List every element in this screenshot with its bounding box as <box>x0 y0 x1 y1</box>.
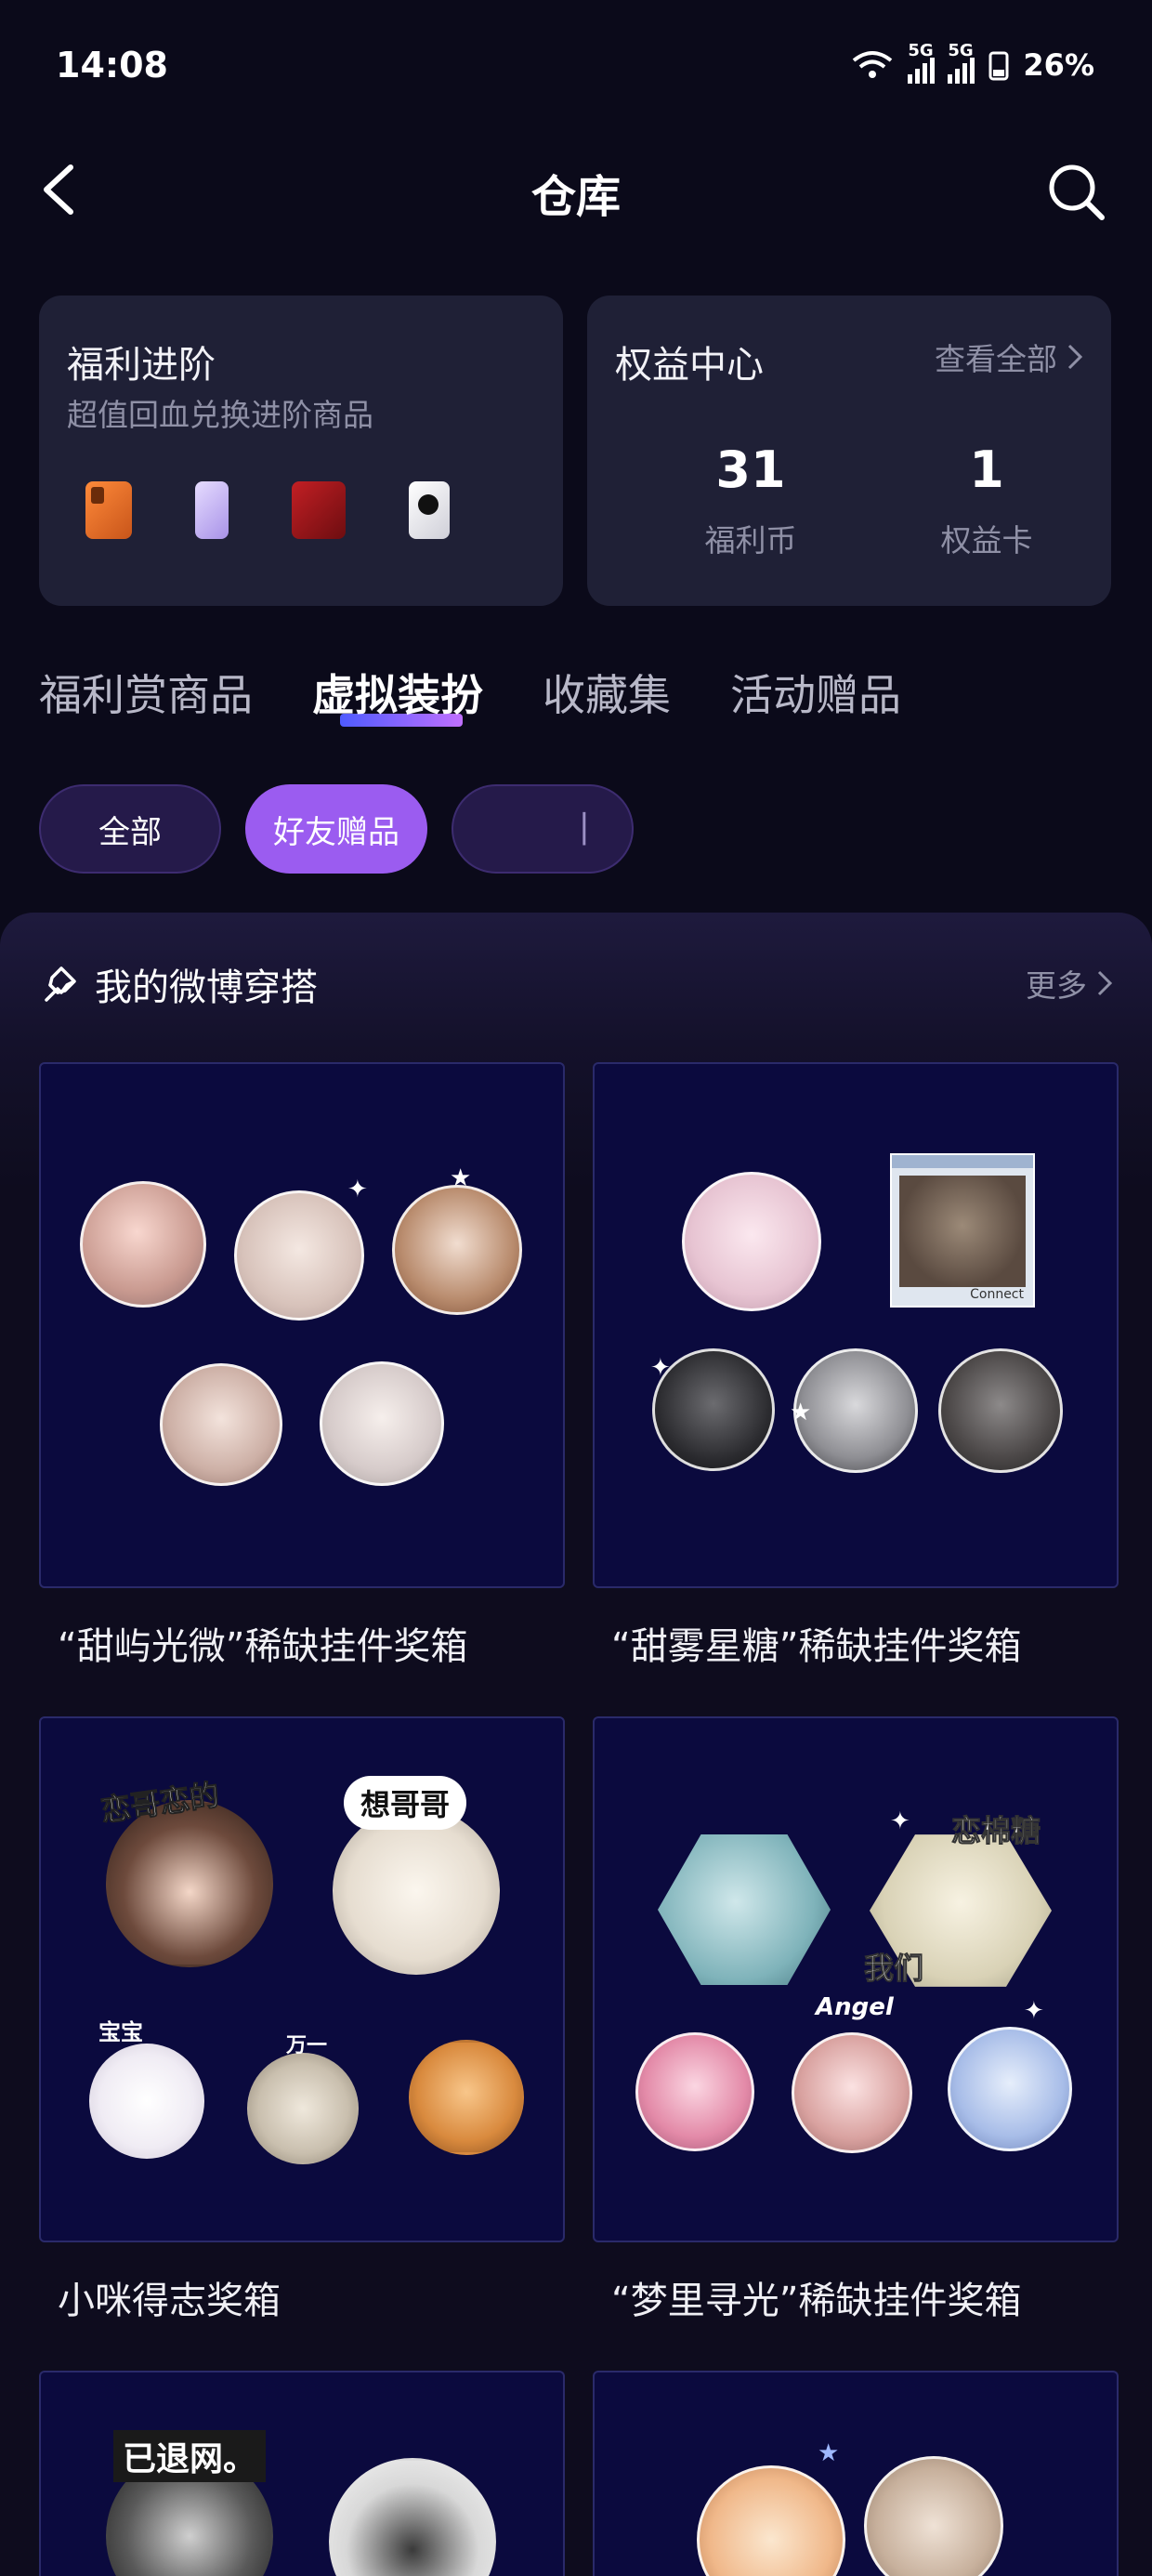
tab-welfare-goods[interactable]: 福利赏商品 <box>39 662 253 723</box>
phone-image <box>409 481 450 539</box>
item-thumbnail: 恋棉糖 我们 Angel ✦ ✦ <box>593 1716 1119 2242</box>
item-card[interactable]: 恋哥恋的 想哥哥 宝宝 万一 小咪得志奖箱 <box>39 1716 565 2324</box>
item-name: 小咪得志奖箱 <box>58 2280 281 2322</box>
avatar-image <box>792 2032 912 2153</box>
avatar-image <box>652 1348 775 1471</box>
speech-bubble: 想哥哥 <box>344 1776 467 1830</box>
avatar-image <box>80 1181 206 1308</box>
chip-friend-gifts[interactable]: 好友赠品 <box>245 784 427 874</box>
item-card[interactable]: 恋棉糖 我们 Angel ✦ ✦ “梦里寻光”稀缺挂件奖箱 <box>593 1716 1119 2324</box>
tab-virtual-dressup[interactable]: 虚拟装扮 <box>312 662 483 727</box>
item-card[interactable]: ✦ ★ “甜屿光微”稀缺挂件奖箱 <box>39 1062 565 1670</box>
view-all-link[interactable]: 查看全部 <box>935 335 1083 379</box>
chip-all[interactable]: 全部 <box>39 784 221 874</box>
item-thumbnail: Connect ✦ ★ <box>593 1062 1119 1588</box>
star-icon: ★ <box>818 2439 840 2467</box>
avatar-image <box>392 1185 522 1315</box>
sticker-text: 已退网。 <box>113 2430 267 2482</box>
chip-third[interactable]: ▕ <box>452 784 634 874</box>
stat-label: 权益卡 <box>940 522 1033 559</box>
search-icon <box>1049 164 1105 220</box>
section-title: 我的微博穿搭 <box>95 966 318 1009</box>
sparkle-icon: ✦ <box>890 1807 910 1835</box>
welfare-title: 福利进阶 <box>67 344 216 387</box>
sparkle-icon: ✦ <box>1024 1997 1044 2025</box>
avatar-image <box>938 1348 1063 1473</box>
chevron-left-icon <box>44 164 73 215</box>
phone-image <box>195 481 229 539</box>
signal-2-icon: 5G <box>948 41 975 84</box>
avatar-image <box>247 2053 359 2164</box>
status-icons: 5G 5G 26% <box>850 41 1094 84</box>
sticker-text: 恋棉糖 <box>950 1813 1041 1849</box>
status-time: 14:08 <box>56 45 168 85</box>
rights-center-card: 权益中心 查看全部 31 福利币 1 权益卡 <box>587 296 1111 606</box>
stat-welfare-coin[interactable]: 31 福利币 <box>658 440 844 560</box>
item-name: “梦里寻光”稀缺挂件奖箱 <box>611 2280 1022 2322</box>
pixel-window-image: Connect <box>890 1153 1035 1308</box>
phone-image <box>85 481 132 539</box>
sticker-text: 我们 <box>863 1951 924 1987</box>
avatar-image <box>948 2027 1072 2151</box>
filter-chips: 全部 好友赠品 ▕ <box>39 784 634 874</box>
item-name: “甜雾星糖”稀缺挂件奖箱 <box>611 1625 1022 1668</box>
view-all-label: 查看全部 <box>935 341 1057 377</box>
section-header: 我的微博穿搭 <box>39 957 318 1011</box>
more-label: 更多 <box>1026 967 1087 1004</box>
sparkle-icon: ✦ <box>347 1176 368 1203</box>
signal-1-icon: 5G <box>908 41 936 84</box>
item-card[interactable]: ★ <box>593 2371 1119 2576</box>
avatar-image <box>793 1348 918 1473</box>
hexagon-image <box>658 1834 831 1985</box>
battery-percent: 26% <box>1023 47 1094 83</box>
page-title: 仓库 <box>530 171 621 223</box>
sticker-text: 宝宝 <box>98 2019 143 2045</box>
sticker-text: 万一 <box>286 2034 328 2057</box>
back-button[interactable] <box>33 160 89 219</box>
more-link[interactable]: 更多 <box>1026 961 1113 1005</box>
product-images <box>85 481 450 539</box>
stat-label: 福利币 <box>704 522 797 559</box>
avatar-image <box>635 2032 754 2151</box>
avatar-image <box>160 1363 282 1486</box>
rights-title: 权益中心 <box>615 344 764 387</box>
item-thumbnail: 恋哥恋的 想哥哥 宝宝 万一 <box>39 1716 565 2242</box>
avatar-image <box>682 1172 821 1311</box>
item-thumbnail: 已退网。 <box>39 2371 565 2576</box>
welfare-subtitle: 超值回血兑换进阶商品 <box>67 397 373 433</box>
item-card[interactable]: Connect ✦ ★ “甜雾星糖”稀缺挂件奖箱 <box>593 1062 1119 1670</box>
sparkle-icon: ★ <box>450 1164 472 1192</box>
avatar-image <box>234 1190 364 1321</box>
avatar-image <box>320 1361 444 1486</box>
avatar-image <box>409 2040 524 2155</box>
welfare-card[interactable]: 福利进阶 超值回血兑换进阶商品 <box>39 296 563 606</box>
chevron-right-icon <box>1097 970 1113 996</box>
sparkle-icon: ✦ <box>650 1354 671 1382</box>
sparkle-icon: ★ <box>790 1399 812 1426</box>
stat-rights-card[interactable]: 1 权益卡 <box>894 440 1080 560</box>
sticker-text: Angel <box>816 1993 894 2021</box>
avatar-image <box>329 2458 496 2576</box>
tab-collection[interactable]: 收藏集 <box>543 662 671 723</box>
chevron-right-icon <box>1067 344 1083 370</box>
category-tabs: 福利赏商品 虚拟装扮 收藏集 活动赠品 <box>39 662 901 727</box>
stat-value: 31 <box>715 440 786 499</box>
battery-icon <box>988 51 1009 81</box>
avatar-image <box>89 2044 204 2159</box>
window-label: Connect <box>970 1287 1024 1302</box>
phone-image <box>292 481 346 539</box>
avatar-image <box>333 1807 500 1975</box>
search-button[interactable] <box>1044 160 1107 223</box>
item-thumbnail: ✦ ★ <box>39 1062 565 1588</box>
tab-event-gifts[interactable]: 活动赠品 <box>730 662 901 723</box>
avatar-image <box>864 2456 1003 2576</box>
stat-value: 1 <box>969 440 1004 499</box>
wifi-icon <box>853 51 893 78</box>
item-name: “甜屿光微”稀缺挂件奖箱 <box>58 1625 468 1668</box>
avatar-image <box>697 2465 845 2576</box>
pin-icon <box>45 966 76 1002</box>
item-card[interactable]: 已退网。 <box>39 2371 565 2576</box>
item-thumbnail: ★ <box>593 2371 1119 2576</box>
